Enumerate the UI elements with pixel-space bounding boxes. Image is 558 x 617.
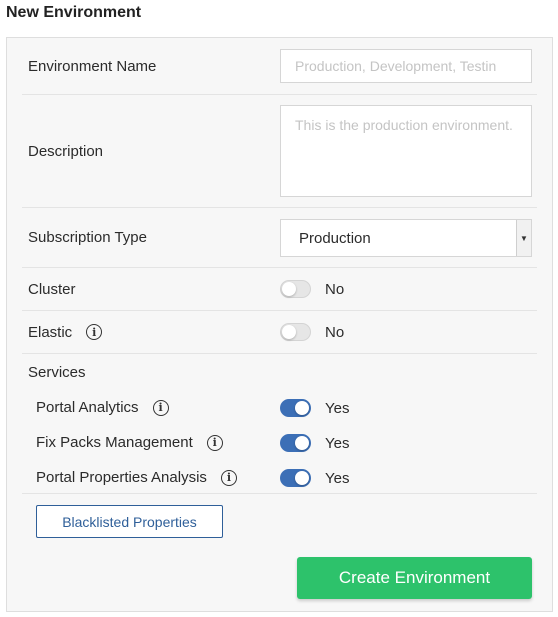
services-label: Services xyxy=(28,364,86,381)
service-label: Portal Properties Analysis xyxy=(36,469,207,486)
cluster-state: No xyxy=(325,280,345,298)
service-toggle-group: Yes xyxy=(280,469,349,487)
create-environment-button[interactable]: Create Environment xyxy=(297,557,532,599)
toggle-knob xyxy=(295,401,309,415)
description-row: Description xyxy=(22,95,537,208)
page-title: New Environment xyxy=(6,4,142,21)
toggle-knob xyxy=(282,282,296,296)
environment-form: Environment Name Description Subscriptio… xyxy=(6,37,553,612)
service-state: Yes xyxy=(325,434,350,452)
portal-analytics-toggle[interactable] xyxy=(280,399,311,417)
toggle-knob xyxy=(295,436,309,450)
toggle-knob xyxy=(282,325,296,339)
cluster-toggle[interactable] xyxy=(280,280,311,298)
subscription-type-label: Subscription Type xyxy=(28,229,147,246)
service-item-fix-packs-management: Fix Packs Management i Yes xyxy=(22,426,537,460)
dropdown-arrow-icon[interactable]: ▼ xyxy=(516,220,531,256)
elastic-toggle-group: No xyxy=(280,323,344,341)
service-state: Yes xyxy=(325,399,350,417)
service-label: Fix Packs Management xyxy=(36,434,193,451)
service-toggle-group: Yes xyxy=(280,434,349,452)
toggle-knob xyxy=(295,471,309,485)
portal-properties-analysis-toggle[interactable] xyxy=(280,469,311,487)
info-icon[interactable]: i xyxy=(220,469,237,486)
subscription-type-row: Subscription Type Production ▼ xyxy=(22,208,537,268)
info-icon[interactable]: i xyxy=(206,434,223,451)
info-icon[interactable]: i xyxy=(86,324,103,340)
blacklisted-properties-button[interactable]: Blacklisted Properties xyxy=(36,505,223,538)
subscription-type-value: Production xyxy=(299,229,371,247)
service-label-group: Portal Analytics i xyxy=(36,399,169,416)
service-toggle-group: Yes xyxy=(280,399,349,417)
service-label-group: Fix Packs Management i xyxy=(36,434,223,451)
info-icon[interactable]: i xyxy=(152,399,169,416)
subscription-type-select[interactable]: Production ▼ xyxy=(280,219,532,257)
cluster-row: Cluster No xyxy=(22,268,537,311)
elastic-label-group: Elastic i xyxy=(28,323,103,341)
service-state: Yes xyxy=(325,469,350,487)
cluster-label: Cluster xyxy=(28,280,76,298)
environment-name-label: Environment Name xyxy=(28,57,157,75)
elastic-toggle[interactable] xyxy=(280,323,311,341)
description-label: Description xyxy=(28,142,104,160)
elastic-row: Elastic i No xyxy=(22,311,537,354)
fix-packs-management-toggle[interactable] xyxy=(280,434,311,452)
service-label: Portal Analytics xyxy=(36,399,139,416)
service-item-portal-properties-analysis: Portal Properties Analysis i Yes xyxy=(22,461,537,494)
environment-name-row: Environment Name xyxy=(22,38,537,95)
service-label-group: Portal Properties Analysis i xyxy=(36,469,237,486)
elastic-label: Elastic xyxy=(28,323,73,341)
environment-name-input[interactable] xyxy=(280,49,532,83)
cluster-toggle-group: No xyxy=(280,280,344,298)
service-item-portal-analytics: Portal Analytics i Yes xyxy=(22,391,537,425)
description-textarea[interactable] xyxy=(280,105,532,197)
elastic-state: No xyxy=(325,323,345,341)
